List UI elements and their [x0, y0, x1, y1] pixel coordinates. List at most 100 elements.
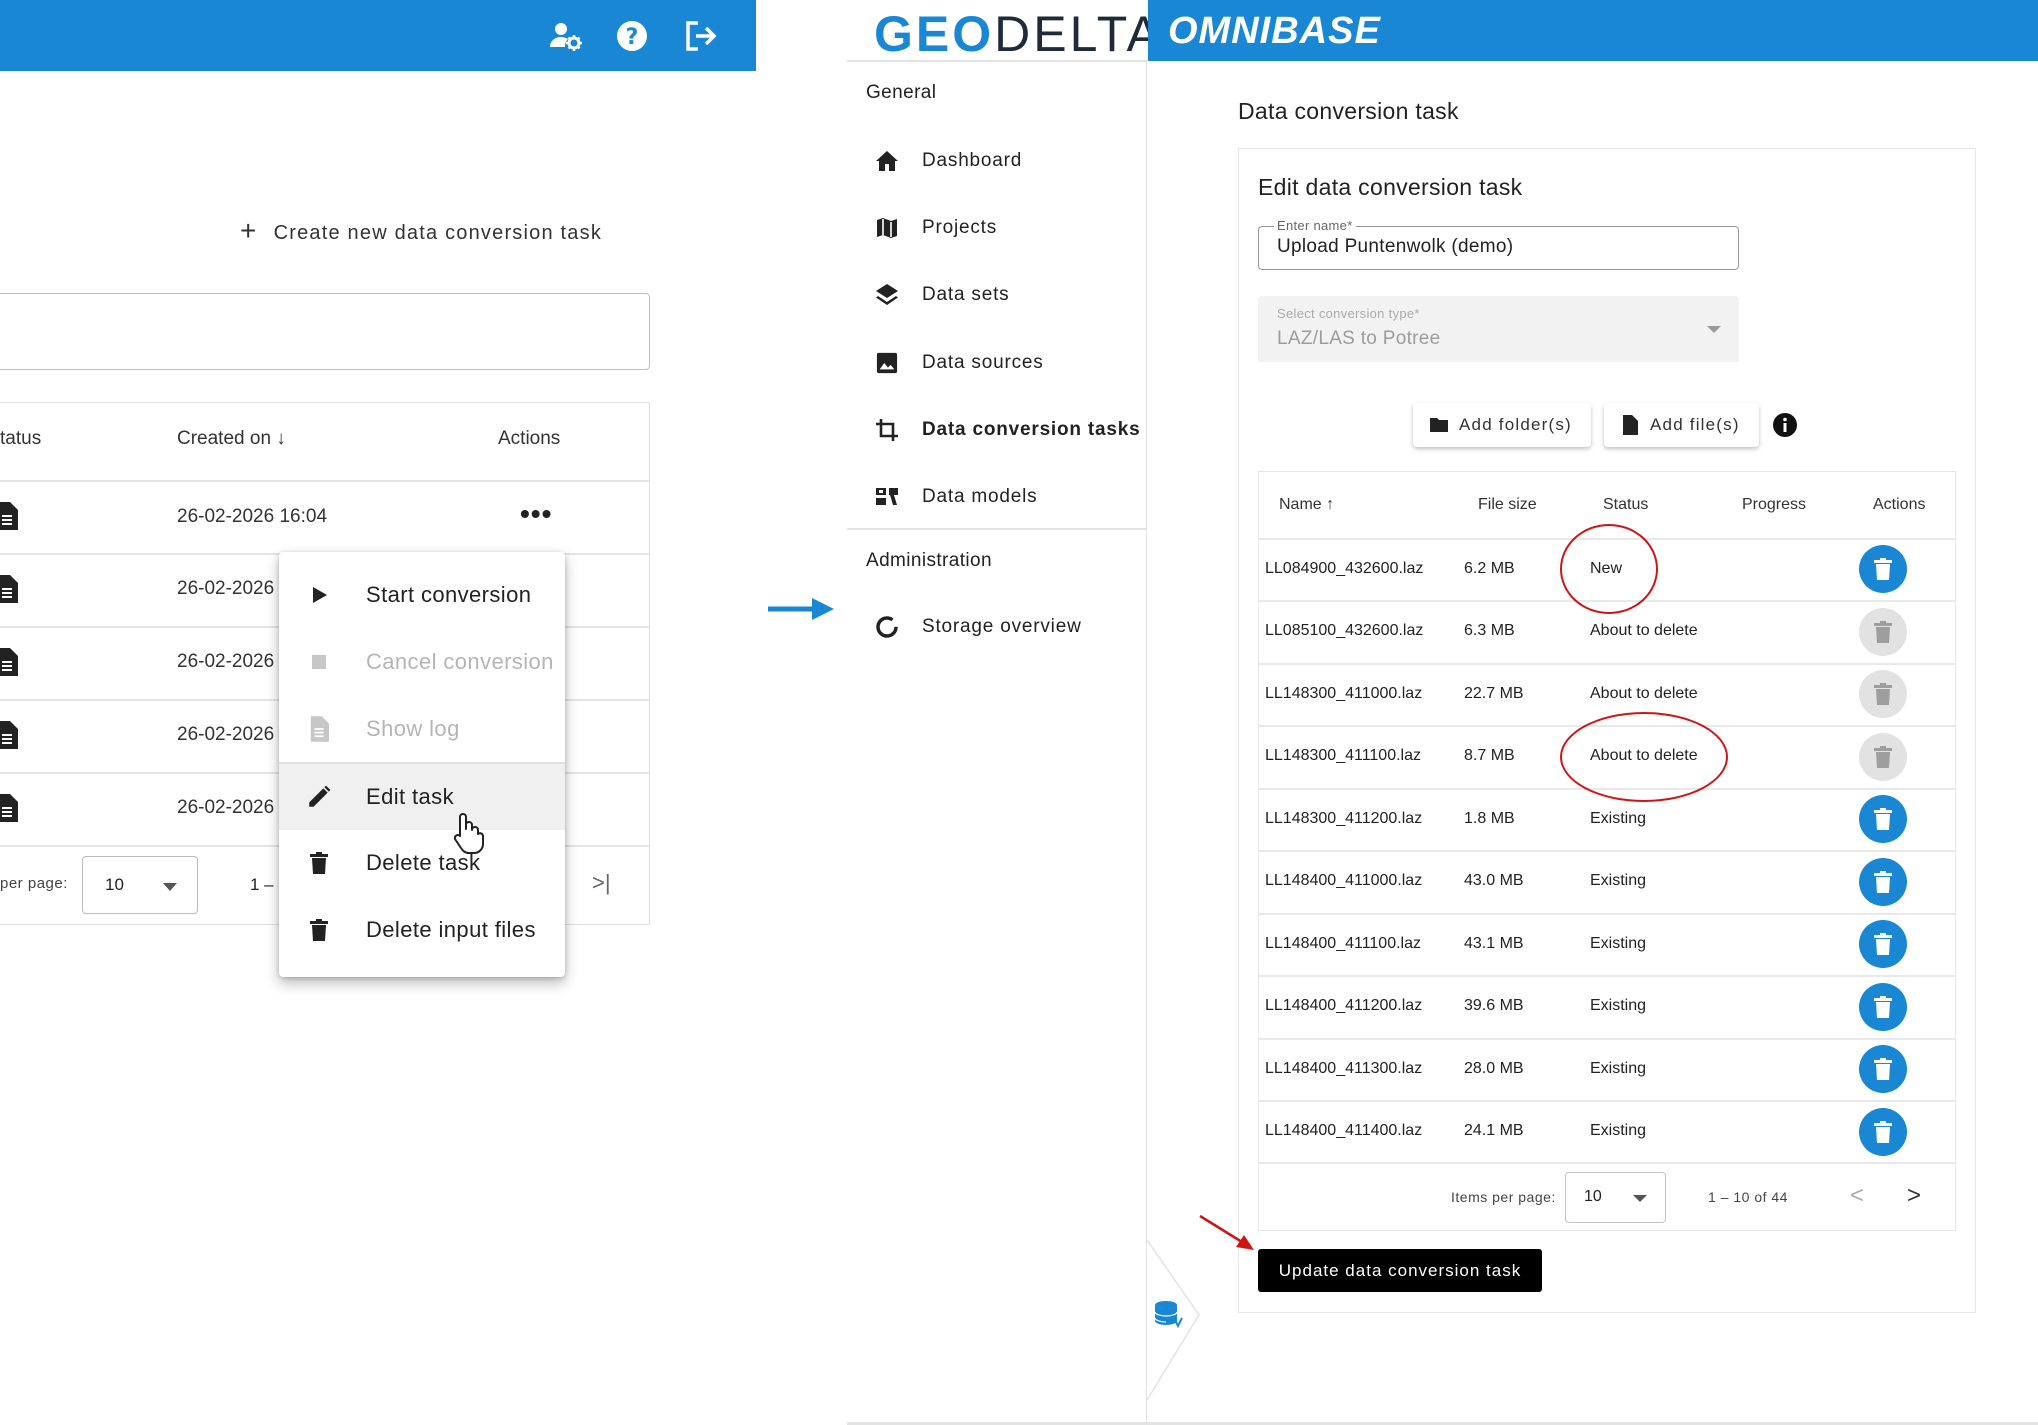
document-icon	[0, 794, 18, 822]
file-name-cell: LL148400_411300.laz	[1265, 1060, 1423, 1077]
row-divider	[1259, 663, 1955, 665]
omnibase-logo[interactable]: OMNIBASE	[1168, 10, 1381, 53]
trash-icon	[1874, 1058, 1892, 1080]
column-header-name[interactable]: Name ↑	[1279, 496, 1334, 514]
update-task-label: Update data conversion task	[1278, 1260, 1522, 1280]
delete-file-button[interactable]	[1859, 1108, 1907, 1156]
file-name-cell: LL084900_432600.laz	[1265, 560, 1424, 577]
file-size-cell: 6.3 MB	[1464, 622, 1515, 639]
file-size-cell: 39.6 MB	[1464, 997, 1524, 1014]
row-divider	[1259, 1038, 1955, 1040]
map-icon	[874, 215, 900, 241]
column-header-status[interactable]: tatus	[0, 428, 41, 450]
sidebar-item-label: Storage overview	[922, 616, 1082, 637]
last-page-icon[interactable]: >|	[592, 870, 611, 896]
created-on-cell: 26-02-2026	[177, 797, 275, 818]
delete-file-button[interactable]	[1859, 920, 1907, 968]
sidebar-item-data-models[interactable]: Data models	[866, 477, 1146, 517]
column-header-progress[interactable]: Progress	[1742, 496, 1806, 514]
range-label: 1 –	[250, 875, 274, 894]
delete-file-button[interactable]	[1859, 608, 1907, 656]
sidebar-item-dashboard[interactable]: Dashboard	[866, 141, 1146, 181]
filter-input[interactable]	[0, 293, 650, 370]
trash-icon	[1874, 621, 1892, 643]
row-divider	[1259, 975, 1955, 977]
menu-item-label: Edit task	[366, 784, 454, 809]
sidebar-item-data-sources[interactable]: Data sources	[866, 343, 1146, 383]
delete-file-button[interactable]	[1859, 858, 1907, 906]
column-header-status[interactable]: Status	[1603, 496, 1648, 514]
trash-icon	[1874, 871, 1892, 893]
row-divider	[0, 480, 650, 482]
name-field-value[interactable]: Upload Puntenwolk (demo)	[1277, 236, 1513, 258]
file-status-cell: Existing	[1590, 935, 1647, 952]
delete-file-button[interactable]	[1859, 545, 1907, 593]
sidebar-collapse-tab[interactable]	[1145, 1240, 1205, 1400]
menu-item-label: Start conversion	[366, 582, 532, 607]
context-menu: Start conversion Cancel conversion Show …	[279, 552, 565, 977]
file-size-cell: 43.0 MB	[1464, 872, 1524, 889]
menu-item-label: Delete input files	[366, 917, 536, 942]
arrow-right-icon	[768, 596, 834, 622]
user-settings-icon[interactable]	[548, 18, 584, 54]
conversion-type-label: Select conversion type*	[1277, 306, 1420, 321]
menu-item-show-log[interactable]: Show log	[279, 696, 565, 762]
add-folders-button[interactable]: Add folder(s)	[1413, 403, 1591, 447]
per-page-select[interactable]: 10	[82, 856, 198, 914]
play-icon	[304, 580, 334, 610]
items-per-page-label: Items per page:	[1451, 1189, 1556, 1205]
help-icon[interactable]: ?	[614, 18, 650, 54]
document-icon	[0, 575, 18, 603]
file-size-cell: 6.2 MB	[1464, 560, 1515, 577]
sidebar-item-label: Data sources	[922, 352, 1044, 373]
menu-item-edit-task[interactable]: Edit task	[279, 764, 565, 830]
created-on-cell: 26-02-2026	[177, 651, 275, 672]
add-files-button[interactable]: Add file(s)	[1604, 403, 1759, 447]
menu-item-delete-input-files[interactable]: Delete input files	[279, 897, 565, 963]
trash-icon	[1874, 933, 1892, 955]
file-size-cell: 1.8 MB	[1464, 810, 1515, 827]
column-header-file-size[interactable]: File size	[1478, 496, 1537, 514]
sidebar-item-label: Data sets	[922, 284, 1010, 305]
created-on-cell: 26-02-2026	[177, 724, 275, 745]
image-icon	[874, 350, 900, 376]
caret-down-icon	[163, 883, 177, 891]
delete-file-button[interactable]	[1859, 795, 1907, 843]
menu-item-label: Show log	[366, 716, 460, 741]
chevron-left-icon[interactable]: <	[1850, 1182, 1864, 1210]
create-task-button[interactable]: + Create new data conversion task	[240, 216, 602, 250]
sidebar-item-projects[interactable]: Projects	[866, 208, 1146, 248]
file-status-cell: Existing	[1590, 810, 1647, 827]
file-size-cell: 43.1 MB	[1464, 935, 1524, 952]
menu-item-cancel-conversion[interactable]: Cancel conversion	[279, 629, 565, 695]
sidebar-item-label: Dashboard	[922, 150, 1023, 171]
items-per-page-select[interactable]: 10	[1565, 1172, 1666, 1223]
menu-item-delete-task[interactable]: Delete task	[279, 830, 565, 896]
logout-icon[interactable]	[682, 18, 718, 54]
more-actions-icon[interactable]: •••	[520, 500, 552, 528]
create-task-label: Create new data conversion task	[273, 221, 603, 244]
range-label: 1 – 10 of 44	[1708, 1189, 1788, 1205]
update-task-button[interactable]: Update data conversion task	[1258, 1249, 1542, 1292]
file-status-cell: Existing	[1590, 1122, 1647, 1139]
info-icon[interactable]	[1773, 413, 1797, 437]
sidebar-item-data-conversion-tasks[interactable]: Data conversion tasks	[866, 410, 1146, 450]
sidebar-item-data-sets[interactable]: Data sets	[866, 275, 1146, 315]
chevron-right-icon[interactable]: >	[1907, 1182, 1921, 1210]
geodelta-logo[interactable]: GEODELTA	[874, 8, 1163, 60]
menu-item-start-conversion[interactable]: Start conversion	[279, 562, 565, 628]
document-icon	[0, 648, 18, 676]
sidebar-item-storage-overview[interactable]: Storage overview	[866, 607, 1146, 647]
caret-down-icon	[1633, 1195, 1647, 1202]
delete-file-button[interactable]	[1859, 670, 1907, 718]
file-name-cell: LL148400_411000.laz	[1265, 872, 1423, 889]
sidebar-item-label: Data conversion tasks	[922, 419, 1141, 440]
delete-file-button[interactable]	[1859, 983, 1907, 1031]
document-icon	[304, 714, 334, 744]
conversion-type-value: LAZ/LAS to Potree	[1277, 328, 1441, 349]
delete-file-button[interactable]	[1859, 1045, 1907, 1093]
column-header-created-on[interactable]: Created on ↓	[177, 428, 286, 450]
add-folders-label: Add folder(s)	[1459, 415, 1572, 434]
delete-file-button[interactable]	[1859, 733, 1907, 781]
created-on-cell: 26-02-2026	[177, 578, 275, 599]
